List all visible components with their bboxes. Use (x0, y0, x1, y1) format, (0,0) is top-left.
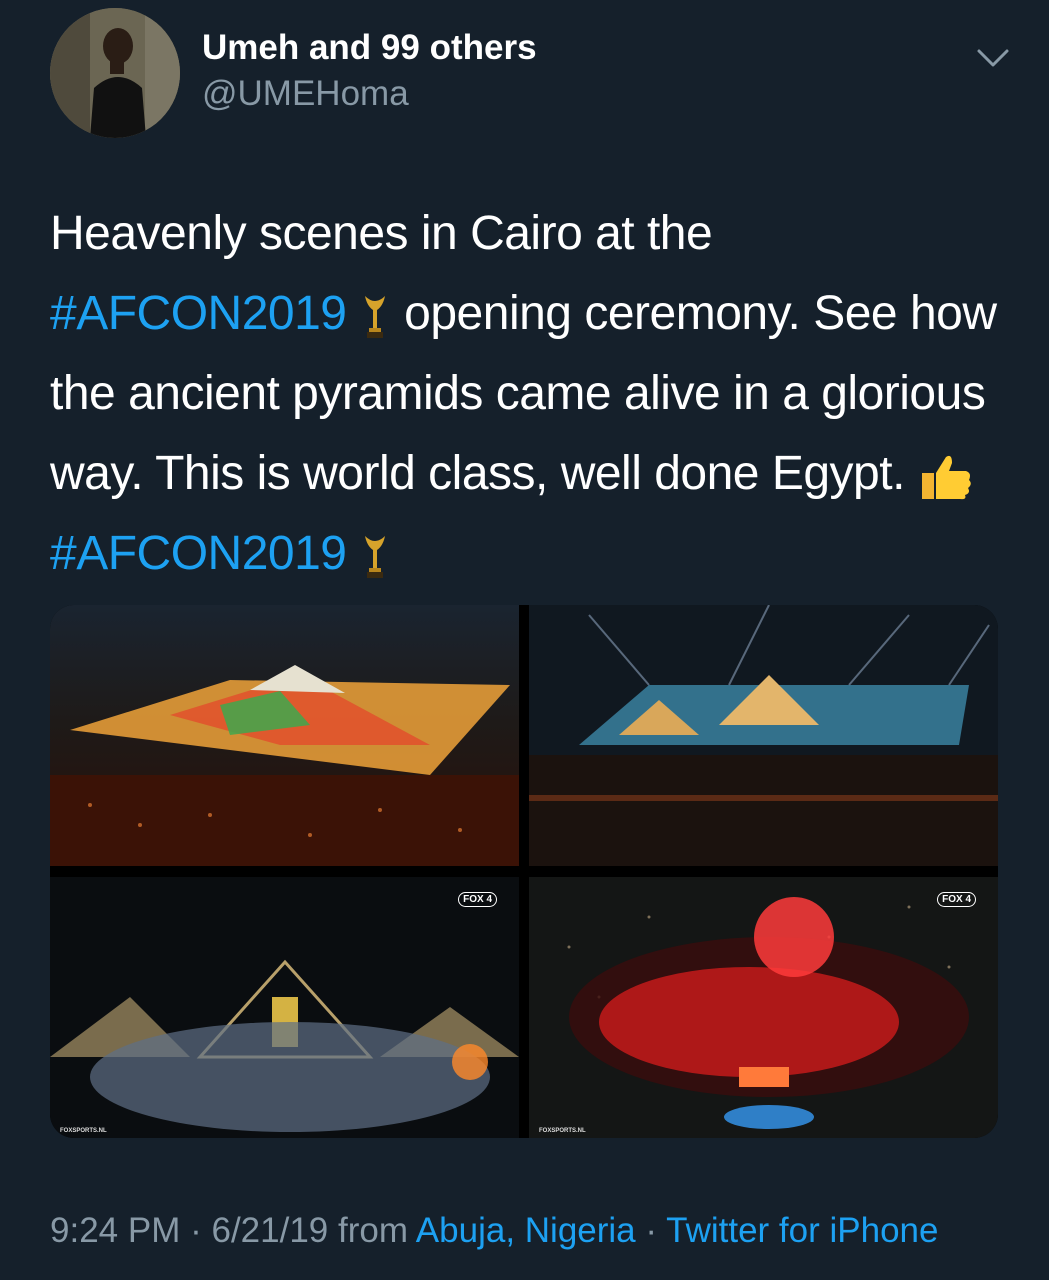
from-label: from (338, 1211, 408, 1250)
tweet-header: Umeh and 99 others @UMEHoma (50, 8, 1010, 140)
media-grid: FOX 4 FOXSPORTS.NL FOX 4 FOXSPORTS.NL (50, 605, 998, 1138)
tweet-meta: 9:24 PM · 6/21/19 from Abuja, Nigeria · … (50, 1203, 1010, 1259)
separator: · (190, 1211, 202, 1250)
source-link[interactable]: Twitter for iPhone (666, 1211, 938, 1250)
tweet-text-part-1: Heavenly scenes in Cairo at the (50, 207, 713, 260)
separator: · (645, 1211, 658, 1250)
tweet-date[interactable]: 6/21/19 (211, 1211, 328, 1250)
avatar[interactable] (50, 8, 180, 138)
photo-3[interactable]: FOX 4 FOXSPORTS.NL (50, 877, 519, 1138)
user-handle[interactable]: @UMEHoma (202, 68, 537, 120)
tweet-time[interactable]: 9:24 PM (50, 1211, 180, 1250)
thumbs-up-icon (918, 451, 974, 501)
watermark: FOXSPORTS.NL (539, 1128, 586, 1134)
tweet-text: Heavenly scenes in Cairo at the #AFCON20… (50, 194, 1010, 594)
photo-1[interactable] (50, 605, 519, 866)
fox-logo: FOX 4 (458, 892, 497, 907)
hashtag-link[interactable]: #AFCON2019 (50, 527, 347, 580)
hashtag-link[interactable]: #AFCON2019 (50, 287, 347, 340)
location-link[interactable]: Abuja, Nigeria (416, 1211, 636, 1250)
photo-4[interactable]: FOX 4 FOXSPORTS.NL (529, 877, 998, 1138)
display-name[interactable]: Umeh and 99 others (202, 28, 537, 68)
trophy-icon (359, 292, 391, 340)
photo-2[interactable] (529, 605, 998, 866)
fox-logo: FOX 4 (937, 892, 976, 907)
watermark: FOXSPORTS.NL (60, 1128, 107, 1134)
trophy-icon (359, 532, 391, 580)
chevron-down-icon[interactable] (976, 46, 1010, 70)
